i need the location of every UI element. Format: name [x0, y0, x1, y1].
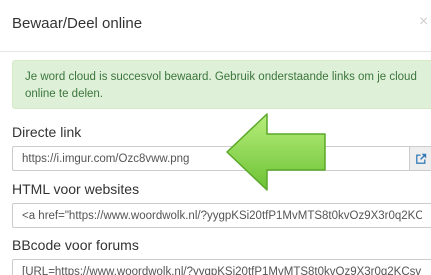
success-message: Je word cloud is succesvol bewaard. Gebr… [25, 71, 417, 100]
external-link-icon [416, 153, 427, 164]
bbcode-label: BBcode voor forums [12, 237, 139, 253]
dialog-header: Bewaar/Deel online × [0, 0, 431, 52]
success-alert: Je word cloud is succesvol bewaard. Gebr… [12, 60, 431, 109]
dialog-title: Bewaar/Deel online [12, 15, 143, 32]
open-link-button[interactable] [409, 146, 431, 171]
html-code-input[interactable] [12, 203, 431, 228]
direct-link-label: Directe link [12, 124, 82, 140]
share-dialog: Bewaar/Deel online × Je word cloud is su… [0, 0, 431, 275]
html-label: HTML voor websites [12, 181, 140, 197]
bbcode-input[interactable] [12, 259, 431, 275]
left-arrow-icon [226, 113, 326, 191]
direct-link-input[interactable] [12, 146, 409, 171]
close-icon[interactable]: × [419, 12, 431, 32]
